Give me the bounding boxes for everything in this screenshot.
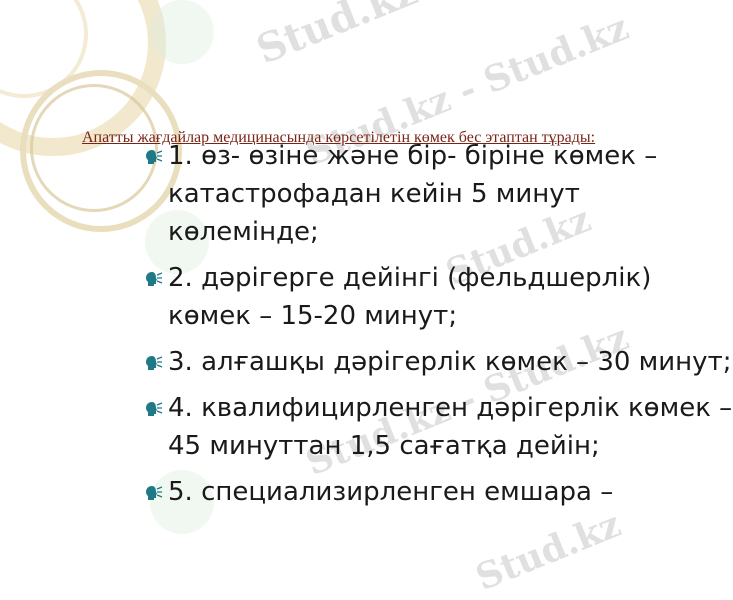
bullet-list: 1. өз- өзіне және бір- біріне көмек – ка… [145, 137, 733, 519]
list-item: 5. специализирленген емшара – [145, 473, 733, 511]
list-item-text: 2. дәрігерге дейінгі (фельдшерлік) көмек… [168, 263, 652, 331]
list-item: 4. квалифицирленген дәрігерлік көмек – 4… [145, 389, 733, 465]
head-bullet-icon [146, 272, 163, 286]
head-bullet-icon [146, 486, 163, 500]
watermark-logo [150, 0, 214, 64]
list-item: 3. алғашқы дәрігерлік көмек – 30 минут; [145, 343, 733, 381]
head-bullet-icon [146, 356, 163, 370]
watermark-text: Stud.kz [250, 0, 425, 74]
list-item-text: 5. специализирленген емшара – [168, 477, 614, 507]
list-item: 2. дәрігерге дейінгі (фельдшерлік) көмек… [145, 259, 733, 335]
head-bullet-icon [146, 150, 163, 164]
list-item-text: 4. квалифицирленген дәрігерлік көмек – 4… [168, 393, 733, 461]
list-item: 1. өз- өзіне және бір- біріне көмек – ка… [145, 137, 733, 251]
slide-title: Апатты жағдайлар медицинасында көрсетіле… [82, 129, 596, 146]
head-bullet-icon [146, 402, 163, 416]
list-item-text: 3. алғашқы дәрігерлік көмек – 30 минут; [168, 347, 732, 377]
slide: Stud.kz Stud.kz - Stud.kz Stud.kz Stud.k… [0, 0, 733, 600]
decorative-ring [30, 84, 158, 212]
list-item-text: 1. өз- өзіне және бір- біріне көмек – ка… [168, 141, 658, 247]
